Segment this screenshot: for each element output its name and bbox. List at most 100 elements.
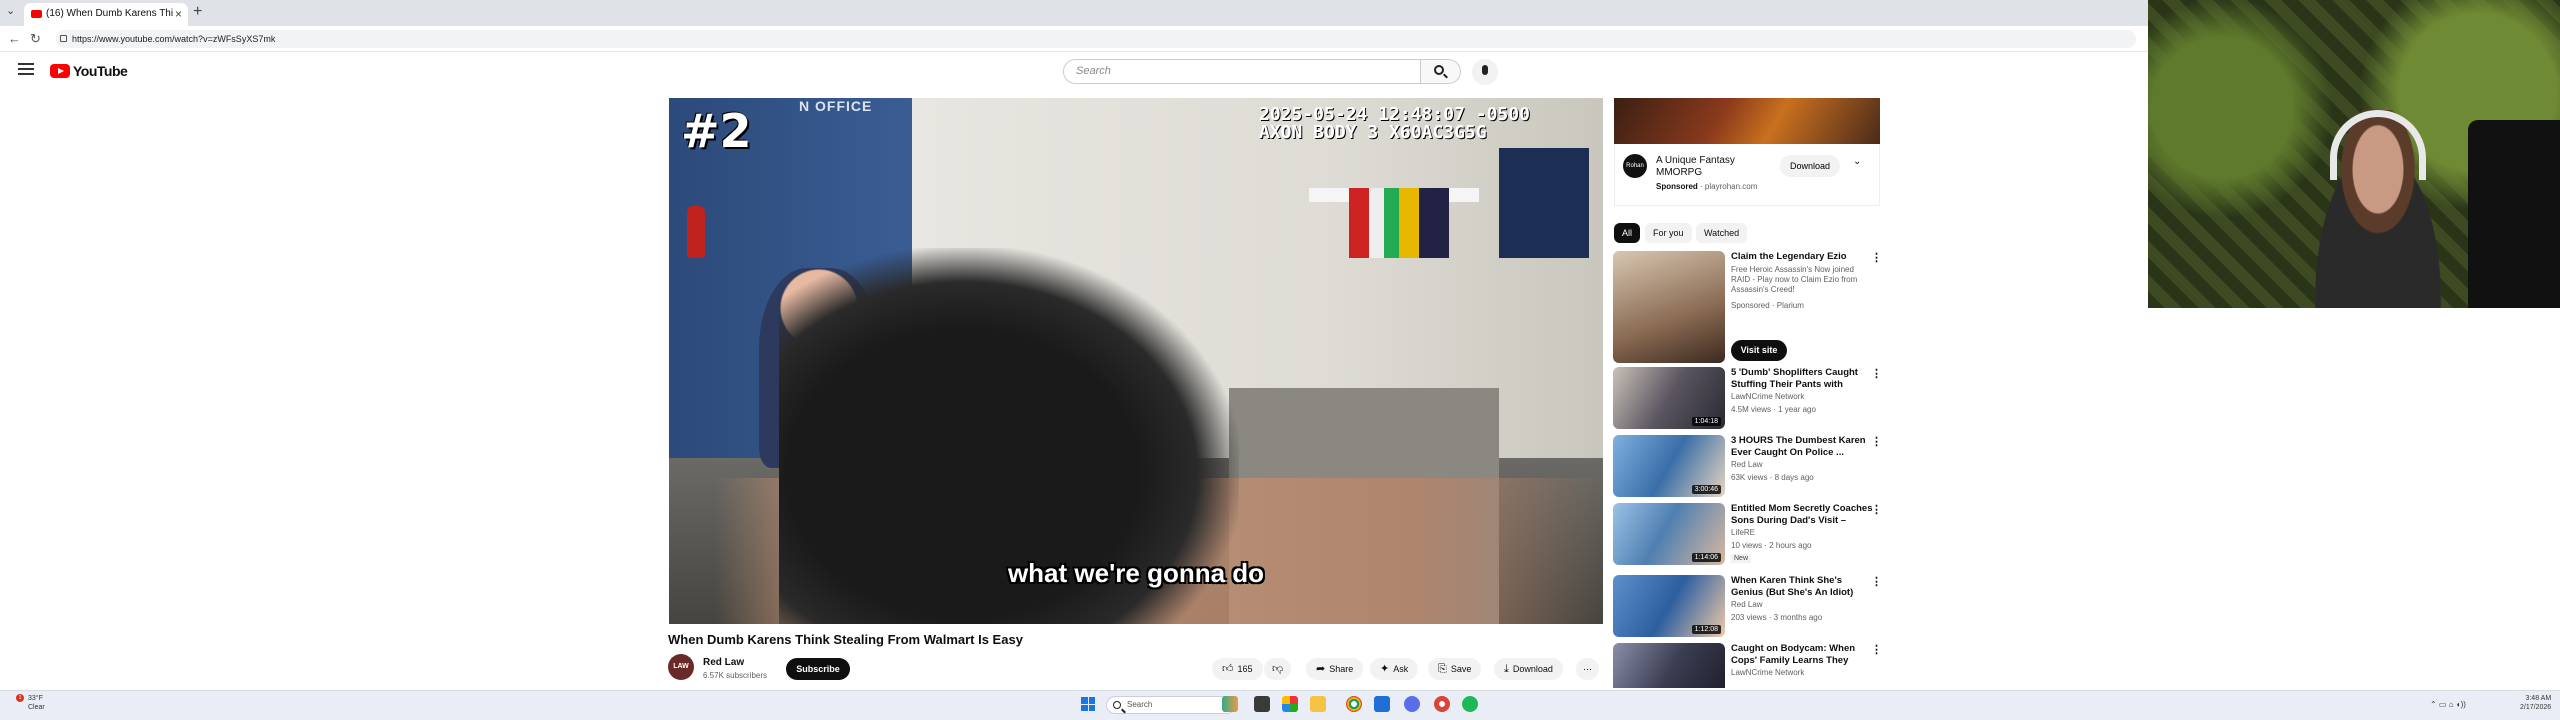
ask-label: Ask bbox=[1393, 664, 1409, 674]
search-button[interactable] bbox=[1421, 59, 1461, 84]
duration-badge: 1:14:06 bbox=[1691, 553, 1721, 562]
file-explorer-icon[interactable] bbox=[1310, 696, 1326, 712]
sidebar-video-item[interactable]: 1:14:06 Entitled Mom Secretly Coaches So… bbox=[1613, 503, 1883, 567]
rec-title[interactable]: When Karen Think She's Genius (But She's… bbox=[1731, 575, 1873, 599]
download-button[interactable]: ⤓ Download bbox=[1494, 658, 1563, 680]
rec-title[interactable]: 5 'Dumb' Shoplifters Caught Stuffing The… bbox=[1731, 367, 1873, 391]
close-tab-icon[interactable]: × bbox=[175, 3, 182, 25]
save-label: Save bbox=[1450, 664, 1472, 674]
chip-for-you[interactable]: For you bbox=[1645, 223, 1692, 243]
task-view-icon[interactable] bbox=[1254, 696, 1270, 712]
sparkle-icon: ✦ bbox=[1380, 663, 1390, 675]
sidebar-video-item[interactable]: Caught on Bodycam: When Cops' Family Lea… bbox=[1613, 643, 1883, 688]
dislike-button[interactable]: 👎︎ bbox=[1264, 658, 1292, 680]
video-monitor bbox=[1499, 148, 1589, 258]
address-bar-row: ← ↻ https://www.youtube.com/watch?v=zWFs… bbox=[0, 26, 2148, 52]
site-info-icon[interactable] bbox=[60, 35, 67, 42]
like-button[interactable]: 👍︎ 165 bbox=[1212, 658, 1263, 680]
chip-all[interactable]: All bbox=[1614, 223, 1641, 243]
video-thumbnail[interactable]: 1:14:06 bbox=[1613, 503, 1725, 565]
rec-channel[interactable]: LifeRE bbox=[1731, 528, 1755, 537]
more-vert-icon[interactable]: ⋮ bbox=[1871, 575, 1882, 588]
weather-widget[interactable]: 1 33°F Clear bbox=[16, 694, 45, 712]
color-app-icon[interactable] bbox=[1282, 696, 1298, 712]
spotify-icon[interactable] bbox=[1462, 696, 1478, 712]
visit-site-button[interactable]: Visit site bbox=[1731, 340, 1787, 361]
video-thumbnail[interactable]: 1:12:08 bbox=[1613, 575, 1725, 637]
thumbs-down-icon: 👎︎ bbox=[1272, 663, 1284, 675]
voice-search-button[interactable] bbox=[1472, 59, 1498, 85]
youtube-logo[interactable]: YouTube bbox=[50, 62, 128, 80]
reload-icon[interactable]: ↻ bbox=[30, 31, 41, 47]
rec-title[interactable]: Entitled Mom Secretly Coaches Sons Durin… bbox=[1731, 503, 1873, 527]
rec-title[interactable]: Caught on Bodycam: When Cops' Family Lea… bbox=[1731, 643, 1873, 667]
bodycam-timestamp: 2025-05-24 12:48:07 -0500 AXON BODY 3 X60… bbox=[1259, 106, 1530, 142]
windows-taskbar bbox=[0, 690, 2560, 720]
rec-meta: 203 views · 3 months ago bbox=[1731, 613, 1823, 622]
new-tab-button[interactable]: + bbox=[193, 3, 202, 21]
video-thumbnail[interactable]: 3:00:46 bbox=[1613, 435, 1725, 497]
like-count: 165 bbox=[1237, 664, 1253, 674]
video-caption: what we're gonna do bbox=[1007, 558, 1265, 588]
rec-title[interactable]: Claim the Legendary Ezio bbox=[1731, 251, 1873, 263]
channel-avatar[interactable]: LAW bbox=[668, 654, 694, 680]
video-title: When Dumb Karens Think Stealing From Wal… bbox=[668, 632, 1023, 647]
rec-meta: 10 views · 2 hours ago bbox=[1731, 541, 1812, 550]
chrome-icon[interactable] bbox=[1346, 696, 1362, 712]
share-label: Share bbox=[1329, 664, 1354, 674]
save-button[interactable]: ⎘ Save bbox=[1428, 658, 1482, 680]
chevron-down-icon[interactable]: ⌄ bbox=[1853, 156, 1861, 167]
back-arrow-icon[interactable]: ← bbox=[8, 31, 21, 46]
rec-channel[interactable]: LawNCrime Network bbox=[1731, 668, 1804, 677]
sponsored-thumbnail[interactable] bbox=[1613, 251, 1725, 363]
channel-subscriber-count: 6.57K subscribers bbox=[703, 671, 768, 680]
tab-list-chevron-icon[interactable]: ⌄ bbox=[6, 4, 15, 17]
rec-title[interactable]: 3 HOURS The Dumbest Karen Ever Caught On… bbox=[1731, 435, 1873, 459]
app-icon-red[interactable] bbox=[1434, 696, 1450, 712]
ad-banner-image[interactable] bbox=[1614, 98, 1880, 144]
ask-button[interactable]: ✦ Ask bbox=[1370, 658, 1419, 680]
sidebar-video-item[interactable]: 1:04:18 5 'Dumb' Shoplifters Caught Stuf… bbox=[1613, 367, 1883, 431]
browser-tab-bar: ⌄ (16) When Dumb Karens Thi × + bbox=[0, 0, 2148, 26]
taskbar-search[interactable]: Search bbox=[1106, 696, 1236, 714]
ad-sponsored-label: Sponsored bbox=[1656, 182, 1698, 191]
duration-badge: 1:12:08 bbox=[1691, 625, 1721, 634]
rec-meta: 4.5M views · 1 year ago bbox=[1731, 405, 1816, 414]
more-vert-icon[interactable]: ⋮ bbox=[1871, 367, 1882, 380]
ad-download-button[interactable]: Download bbox=[1780, 155, 1840, 177]
rec-channel[interactable]: LawNCrime Network bbox=[1731, 392, 1804, 401]
sidebar-video-item[interactable]: 1:12:08 When Karen Think She's Genius (B… bbox=[1613, 575, 1883, 639]
chip-watched[interactable]: Watched bbox=[1696, 223, 1748, 243]
windows-start-icon[interactable] bbox=[1081, 697, 1095, 711]
chat-app-icon[interactable] bbox=[1404, 696, 1420, 712]
youtube-favicon-icon bbox=[31, 10, 42, 18]
weather-desc: Clear bbox=[28, 704, 45, 711]
ad-title[interactable]: A Unique Fantasy MMORPG bbox=[1656, 155, 1746, 179]
more-vert-icon[interactable]: ⋮ bbox=[1871, 435, 1882, 448]
menu-hamburger-icon[interactable] bbox=[18, 63, 34, 75]
widgets-icon[interactable] bbox=[1222, 696, 1238, 712]
channel-name-link[interactable]: Red Law bbox=[703, 657, 744, 668]
rec-channel[interactable]: Red Law bbox=[1731, 460, 1763, 469]
taskbar-clock[interactable]: 3:48 AM 2/17/2026 bbox=[2520, 694, 2551, 712]
video-thumbnail[interactable]: 1:04:18 bbox=[1613, 367, 1725, 429]
sidebar-sponsored-item[interactable]: Claim the Legendary Ezio Free Heroic Ass… bbox=[1613, 251, 1883, 363]
rec-sponsored-meta: Sponsored · Plarium bbox=[1731, 301, 1804, 310]
ad-card[interactable] bbox=[1614, 144, 1880, 206]
more-actions-button[interactable]: ⋯ bbox=[1576, 658, 1599, 680]
search-input[interactable]: Search bbox=[1063, 59, 1421, 84]
share-button[interactable]: ➦ Share bbox=[1306, 658, 1364, 680]
url-field[interactable]: https://www.youtube.com/watch?v=zWFsSyXS… bbox=[56, 30, 2136, 48]
rec-channel[interactable]: Red Law bbox=[1731, 600, 1763, 609]
sidebar-video-item[interactable]: 3:00:46 3 HOURS The Dumbest Karen Ever C… bbox=[1613, 435, 1883, 499]
store-icon[interactable] bbox=[1374, 696, 1390, 712]
video-player[interactable]: N OFFICE #2 2025-05-24 12:48:07 -0500 AXO… bbox=[669, 98, 1603, 624]
subscribe-button[interactable]: Subscribe bbox=[786, 658, 850, 680]
video-thumbnail[interactable] bbox=[1613, 643, 1725, 688]
browser-tab-active[interactable]: (16) When Dumb Karens Thi × bbox=[24, 3, 188, 26]
more-vert-icon[interactable]: ⋮ bbox=[1871, 251, 1882, 264]
more-vert-icon[interactable]: ⋮ bbox=[1871, 643, 1882, 656]
more-vert-icon[interactable]: ⋮ bbox=[1871, 503, 1882, 516]
system-tray-icons[interactable]: ⌃ ▭ ⌂ ◖)) bbox=[2430, 700, 2466, 709]
thumbs-up-icon: 👍︎ bbox=[1222, 663, 1234, 675]
